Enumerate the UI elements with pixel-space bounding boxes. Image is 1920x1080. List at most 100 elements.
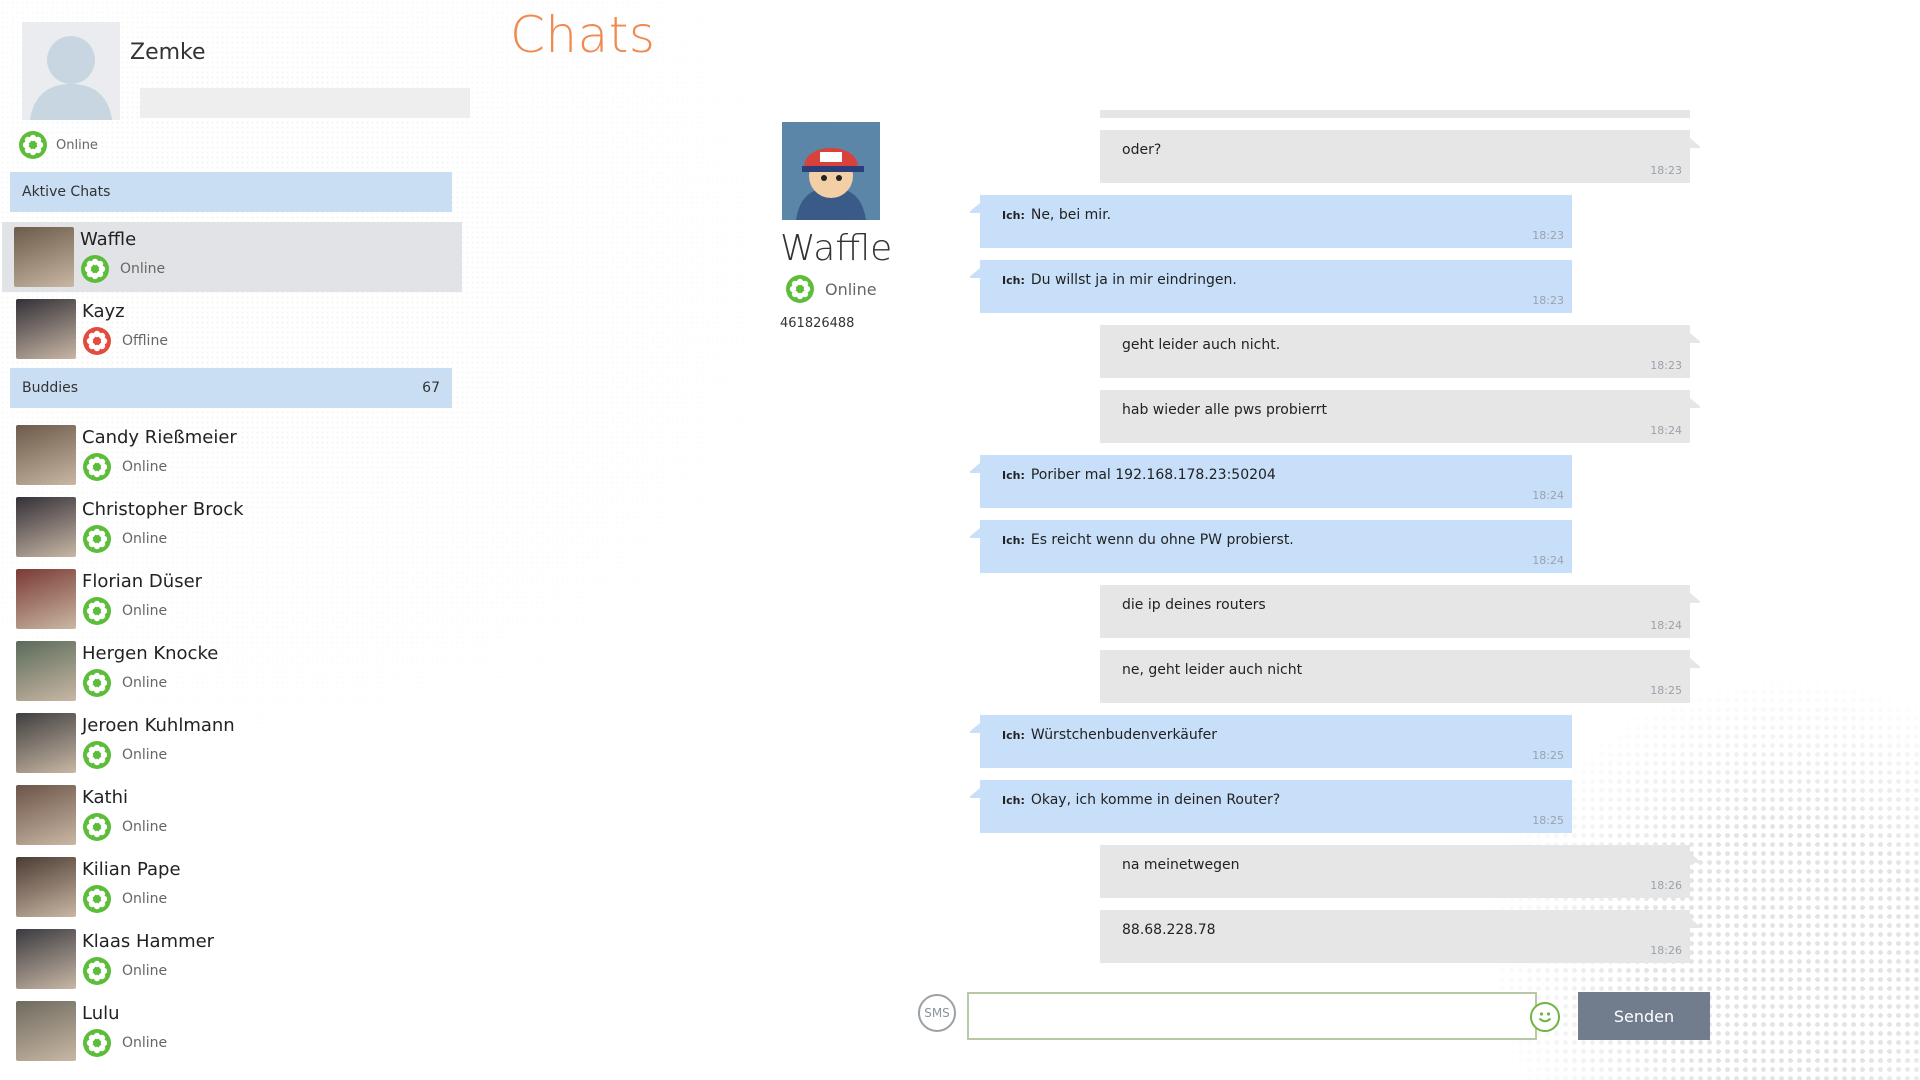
message-time: 18:26: [1650, 944, 1682, 957]
smiley-icon: [1538, 1012, 1552, 1023]
contact-name: Jeroen Kuhlmann: [82, 715, 235, 736]
message-time: 18:24: [1532, 554, 1564, 567]
status-online-icon: [82, 812, 112, 842]
contact-status: Online: [122, 747, 168, 763]
page-title: Chats: [510, 6, 656, 64]
message-time: 18:24: [1650, 424, 1682, 437]
message-incoming: 88.68.228.78 18:26: [1100, 910, 1700, 963]
contact-avatar: [16, 1001, 76, 1061]
buddy-number: 461826488: [780, 316, 855, 331]
contact-name: Candy Rießmeier: [82, 427, 237, 448]
contact-item[interactable]: Kayz Offline: [8, 294, 462, 364]
message-text: die ip deines routers: [1122, 597, 1266, 613]
status-online-icon: [785, 274, 815, 304]
contact-item[interactable]: Hergen Knocke Online: [8, 636, 462, 706]
message-incoming: die ip deines routers 18:24: [1100, 585, 1700, 638]
status-offline-icon: [82, 326, 112, 356]
message-time: 18:25: [1650, 684, 1682, 697]
message-text: na meinetwegen: [1122, 857, 1240, 873]
message-time: 18:25: [1532, 814, 1564, 827]
message-sender: Ich:: [1002, 794, 1025, 807]
message-time: 18:24: [1650, 619, 1682, 632]
contact-status: Online: [122, 819, 168, 835]
sms-button[interactable]: SMS: [918, 994, 956, 1032]
message-time: 18:23: [1532, 294, 1564, 307]
contact-status: Online: [122, 603, 168, 619]
status-online-icon: [18, 130, 48, 160]
status-online-icon: [82, 452, 112, 482]
message-text: Poriber mal 192.168.178.23:50204: [1030, 467, 1276, 483]
contact-avatar: [16, 713, 76, 773]
buddies-header[interactable]: Buddies 67: [10, 368, 452, 408]
contact-item[interactable]: Florian Düser Online: [8, 564, 462, 634]
profile-name: Zemke: [130, 40, 206, 65]
message-text: Ne, bei mir.: [1030, 207, 1112, 223]
message-sender: Ich:: [1002, 274, 1025, 287]
contact-status: Offline: [122, 333, 168, 349]
contact-name: Kathi: [82, 787, 128, 808]
buddy-status: Online: [785, 274, 877, 304]
buddies-count: 67: [422, 380, 440, 396]
buddies-label: Buddies: [22, 380, 79, 396]
contact-item[interactable]: Kilian Pape Online: [8, 852, 462, 922]
contact-name: Hergen Knocke: [82, 643, 219, 664]
message-list[interactable]: 18:23oder?18:23Ich:Ne, bei mir.18:23Ich:…: [970, 110, 1700, 978]
message-text: Es reicht wenn du ohne PW probierst.: [1030, 532, 1294, 548]
contact-item[interactable]: Christopher Brock Online: [8, 492, 462, 562]
message-text: hab wieder alle pws probierrt: [1122, 402, 1327, 418]
profile-status-label: Online: [56, 137, 98, 153]
status-online-icon: [82, 668, 112, 698]
contact-name: Christopher Brock: [82, 499, 244, 520]
message-incoming: 18:23: [1100, 110, 1690, 118]
message-input[interactable]: [967, 992, 1537, 1040]
message-outgoing: Ich: Würstchenbudenverkäufer 18:25: [970, 715, 1572, 768]
status-message-field[interactable]: [140, 88, 470, 118]
buddy-status-label: Online: [825, 279, 877, 299]
active-chats-header[interactable]: Aktive Chats: [10, 172, 452, 212]
message-time: 18:23: [1650, 110, 1682, 112]
message-text: Okay, ich komme in deinen Router?: [1030, 792, 1281, 808]
contact-name: Florian Düser: [82, 571, 203, 592]
status-online-icon: [82, 884, 112, 914]
contact-avatar: [14, 227, 74, 287]
message-time: 18:24: [1532, 489, 1564, 502]
message-time: 18:23: [1532, 229, 1564, 242]
status-online-icon: [82, 1028, 112, 1058]
contact-status: Online: [122, 531, 168, 547]
profile-avatar[interactable]: [22, 22, 120, 120]
message-text: Würstchenbudenverkäufer: [1030, 727, 1218, 743]
contact-item[interactable]: Candy Rießmeier Online: [8, 420, 462, 490]
contact-name: Lulu: [82, 1003, 120, 1024]
message-sender: Ich:: [1002, 209, 1025, 222]
status-online-icon: [82, 596, 112, 626]
message-outgoing: Ich: Du willst ja in mir eindringen. 18:23: [970, 260, 1572, 313]
send-button[interactable]: Senden: [1578, 992, 1710, 1040]
message-incoming: hab wieder alle pws probierrt 18:24: [1100, 390, 1700, 443]
message-time: 18:25: [1532, 749, 1564, 762]
contact-name: Klaas Hammer: [82, 931, 215, 952]
contact-status: Online: [122, 891, 168, 907]
default-avatar-icon: [22, 22, 120, 120]
profile-status[interactable]: Online: [18, 130, 98, 160]
contact-item[interactable]: Kathi Online: [8, 780, 462, 850]
buddy-avatar: [782, 122, 880, 220]
sidebar: Zemke Online Aktive Chats Waffle Online Ka…: [0, 0, 470, 1080]
message-outgoing: Ich: Okay, ich komme in deinen Router? 18:…: [970, 780, 1572, 833]
active-chats-label: Aktive Chats: [22, 184, 111, 200]
contact-avatar: [16, 569, 76, 629]
buddy-name: Waffle: [780, 228, 893, 269]
message-sender: Ich:: [1002, 469, 1025, 482]
status-online-icon: [80, 254, 110, 284]
message-sender: Ich:: [1002, 534, 1025, 547]
contact-item[interactable]: Klaas Hammer Online: [8, 924, 462, 994]
contact-item[interactable]: Jeroen Kuhlmann Online: [8, 708, 462, 778]
message-time: 18:26: [1650, 879, 1682, 892]
contact-item[interactable]: Lulu Online: [8, 996, 462, 1066]
message-text: 88.68.228.78: [1122, 922, 1216, 938]
message-incoming: oder? 18:23: [1100, 130, 1700, 183]
contact-avatar: [16, 785, 76, 845]
message-time: 18:23: [1650, 164, 1682, 177]
contact-status: Online: [120, 261, 166, 277]
emoji-button[interactable]: [1530, 1002, 1560, 1032]
contact-item[interactable]: Waffle Online: [2, 222, 462, 292]
